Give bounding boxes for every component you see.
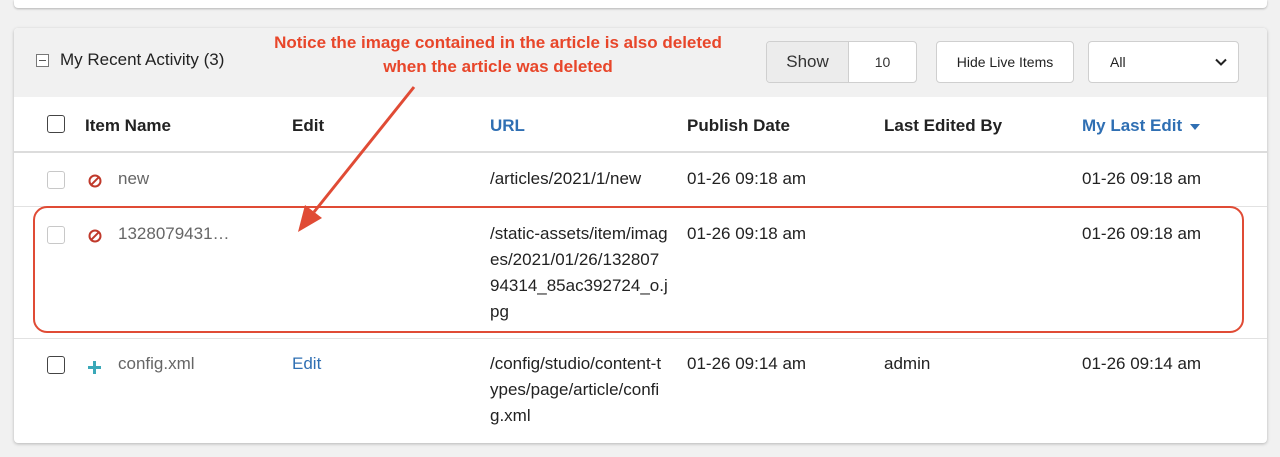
chevron-down-icon (1215, 58, 1227, 66)
header-divider (14, 151, 1267, 153)
hide-live-items-button[interactable]: Hide Live Items (936, 41, 1074, 83)
column-header-last-edited-by: Last Edited By (884, 116, 1003, 135)
item-url: /config/studio/content-types/page/articl… (490, 354, 662, 425)
column-header-item-name: Item Name (85, 116, 171, 135)
row-divider (14, 338, 1267, 339)
my-last-edit: 01-26 09:18 am (1082, 169, 1202, 188)
select-all-checkbox[interactable] (47, 115, 65, 133)
column-header-my-last-edit-label: My Last Edit (1082, 116, 1183, 135)
annotation-line-1: Notice the image contained in the articl… (274, 33, 722, 52)
row-checkbox[interactable] (47, 356, 65, 374)
plus-icon (88, 361, 101, 374)
column-header-edit: Edit (292, 116, 325, 135)
column-header-my-last-edit[interactable]: My Last Edit (1082, 116, 1201, 136)
item-name[interactable]: config.xml (118, 351, 195, 377)
panel-title: My Recent Activity (3) (60, 50, 225, 69)
previous-panel-edge (14, 0, 1267, 8)
show-count-input[interactable]: 10 (849, 42, 916, 82)
item-name[interactable]: new (118, 166, 149, 192)
publish-date: 01-26 09:18 am (687, 169, 807, 188)
annotation-callout: Notice the image contained in the articl… (258, 31, 738, 79)
row-checkbox (47, 171, 65, 189)
column-header-publish-date: Publish Date (687, 116, 790, 135)
publish-date: 01-26 09:14 am (687, 354, 807, 373)
item-url: /articles/2021/1/new (490, 169, 642, 188)
show-count-control: Show 10 (766, 41, 917, 83)
sort-descending-icon (1190, 123, 1201, 130)
edit-link[interactable]: Edit (292, 351, 321, 377)
last-edited-by: admin (884, 354, 931, 373)
collapse-toggle-icon[interactable] (36, 54, 49, 67)
column-header-url[interactable]: URL (490, 116, 525, 136)
filter-select[interactable]: All (1088, 41, 1239, 83)
show-label: Show (767, 42, 849, 82)
deleted-icon (88, 174, 102, 188)
annotation-line-2: when the article was deleted (383, 57, 613, 76)
filter-select-value: All (1110, 54, 1126, 70)
annotation-highlight-box (33, 206, 1244, 333)
my-last-edit: 01-26 09:14 am (1082, 354, 1202, 373)
